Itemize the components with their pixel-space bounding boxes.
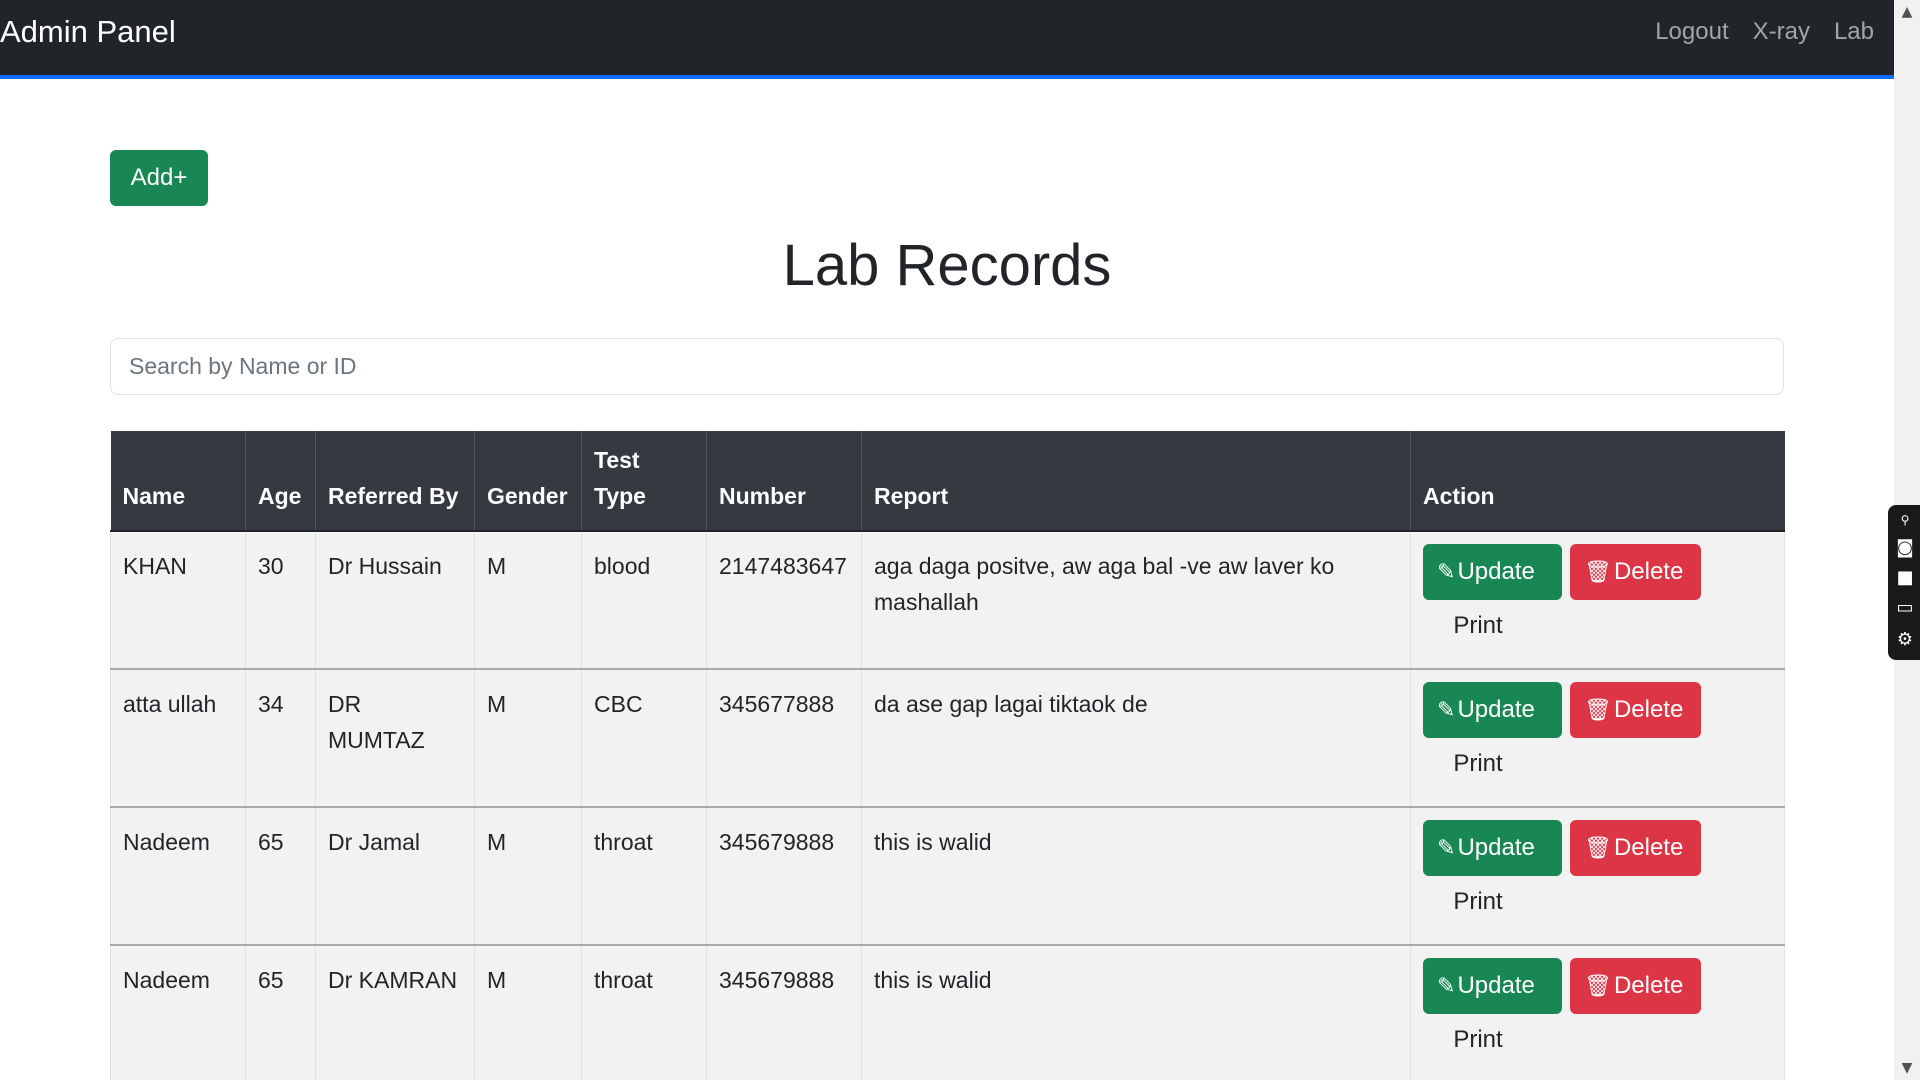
- scroll-up-icon[interactable]: ▲: [1894, 2, 1920, 22]
- cell-number: 2147483647: [706, 531, 862, 670]
- update-label: Update: [1457, 834, 1535, 861]
- cell-age: 30: [245, 531, 316, 670]
- cell-name: KHAN: [110, 531, 246, 670]
- cell-report: da ase gap lagai tiktaok de: [861, 669, 1411, 808]
- search-input[interactable]: [110, 338, 1784, 395]
- table-row: Nadeem 65 Dr Jamal M throat 345679888 th…: [110, 807, 1785, 946]
- delete-button[interactable]: 🗑Delete: [1570, 820, 1701, 876]
- print-button[interactable]: Print: [1435, 600, 1521, 652]
- update-label: Update: [1457, 972, 1535, 999]
- cell-actions: ✎Update 🗑Delete Print: [1410, 531, 1785, 670]
- cell-gender: M: [474, 807, 582, 946]
- cell-age: 65: [245, 807, 316, 946]
- cell-gender: M: [474, 669, 582, 808]
- cell-age: 34: [245, 669, 316, 808]
- table-row: Nadeem 65 Dr KAMRAN M throat 345679888 t…: [110, 945, 1785, 1080]
- delete-button[interactable]: 🗑Delete: [1570, 682, 1701, 738]
- delete-label: Delete: [1613, 558, 1684, 585]
- gear-icon[interactable]: ⚙: [1894, 629, 1916, 651]
- delete-label: Delete: [1613, 834, 1684, 861]
- navbar: Admin Panel Logout X-ray Lab: [0, 0, 1894, 79]
- header-age: Age: [245, 431, 316, 532]
- cell-referred-by: Dr KAMRAN: [315, 945, 475, 1080]
- update-button[interactable]: ✎Update: [1423, 958, 1562, 1014]
- trash-icon: 🗑: [1584, 836, 1612, 861]
- cell-test-type: CBC: [581, 669, 707, 808]
- cell-report: this is walid: [861, 807, 1411, 946]
- cell-actions: ✎Update 🗑Delete Print: [1410, 807, 1785, 946]
- cell-test-type: throat: [581, 807, 707, 946]
- cell-report: aga daga positve, aw aga bal -ve aw lave…: [861, 531, 1411, 670]
- header-referred-by: Referred By: [315, 431, 475, 532]
- header-test-type: Test Type: [581, 431, 707, 532]
- pencil-icon: ✎: [1437, 560, 1456, 585]
- cell-actions: ✎Update 🗑Delete Print: [1410, 945, 1785, 1080]
- update-button[interactable]: ✎Update: [1423, 820, 1562, 876]
- nav-links: Logout X-ray Lab: [1643, 18, 1886, 46]
- pencil-icon: ✎: [1437, 974, 1456, 999]
- cell-test-type: throat: [581, 945, 707, 1080]
- scroll-down-icon[interactable]: ▼: [1894, 1058, 1920, 1078]
- header-action: Action: [1410, 431, 1785, 532]
- cell-gender: M: [474, 531, 582, 670]
- header-report: Report: [861, 431, 1411, 532]
- nav-link-logout[interactable]: Logout: [1643, 18, 1740, 46]
- table-row: KHAN 30 Dr Hussain M blood 2147483647 ag…: [110, 531, 1785, 670]
- add-button[interactable]: Add+: [110, 150, 208, 206]
- cell-gender: M: [474, 945, 582, 1080]
- table-header-row: Name Age Referred By Gender Test Type Nu…: [110, 431, 1785, 532]
- pencil-icon: ✎: [1437, 836, 1456, 861]
- cell-referred-by: Dr Jamal: [315, 807, 475, 946]
- table-row: atta ullah 34 DR MUMTAZ M CBC 345677888 …: [110, 669, 1785, 808]
- delete-button[interactable]: 🗑Delete: [1570, 544, 1701, 600]
- cell-referred-by: Dr Hussain: [315, 531, 475, 670]
- records-table: Name Age Referred By Gender Test Type Nu…: [110, 431, 1785, 1080]
- update-button[interactable]: ✎Update: [1423, 682, 1562, 738]
- pencil-icon: ✎: [1437, 698, 1456, 723]
- print-button[interactable]: Print: [1435, 876, 1521, 928]
- cell-number: 345679888: [706, 807, 862, 946]
- trash-icon: 🗑: [1584, 974, 1612, 999]
- page-title: Lab Records: [782, 233, 1112, 298]
- cell-actions: ✎Update 🗑Delete Print: [1410, 669, 1785, 808]
- header-number: Number: [706, 431, 862, 532]
- update-label: Update: [1457, 558, 1535, 585]
- update-label: Update: [1457, 696, 1535, 723]
- side-toolbar: ⚲ ◙ ■ ▭ ⚙: [1888, 505, 1920, 660]
- cell-name: Nadeem: [110, 807, 246, 946]
- camera-icon[interactable]: ◙: [1894, 537, 1916, 559]
- cell-name: atta ullah: [110, 669, 246, 808]
- trash-icon: 🗑: [1584, 698, 1612, 723]
- cell-number: 345679888: [706, 945, 862, 1080]
- cell-number: 345677888: [706, 669, 862, 808]
- delete-label: Delete: [1613, 972, 1684, 999]
- header-gender: Gender: [474, 431, 582, 532]
- print-button[interactable]: Print: [1435, 1014, 1521, 1066]
- cell-test-type: blood: [581, 531, 707, 670]
- brand[interactable]: Admin Panel: [0, 14, 176, 50]
- nav-link-xray[interactable]: X-ray: [1741, 18, 1822, 46]
- delete-label: Delete: [1613, 696, 1684, 723]
- cell-report: this is walid: [861, 945, 1411, 1080]
- delete-button[interactable]: 🗑Delete: [1570, 958, 1701, 1014]
- nav-link-lab[interactable]: Lab: [1822, 18, 1886, 46]
- update-button[interactable]: ✎Update: [1423, 544, 1562, 600]
- video-icon[interactable]: ■: [1894, 567, 1916, 589]
- cell-name: Nadeem: [110, 945, 246, 1080]
- trash-icon: 🗑: [1584, 560, 1612, 585]
- cell-age: 65: [245, 945, 316, 1080]
- header-name: Name: [110, 431, 246, 532]
- window-icon[interactable]: ▭: [1894, 597, 1916, 619]
- cell-referred-by: DR MUMTAZ: [315, 669, 475, 808]
- link-icon[interactable]: ⚲: [1894, 509, 1916, 531]
- print-button[interactable]: Print: [1435, 738, 1521, 790]
